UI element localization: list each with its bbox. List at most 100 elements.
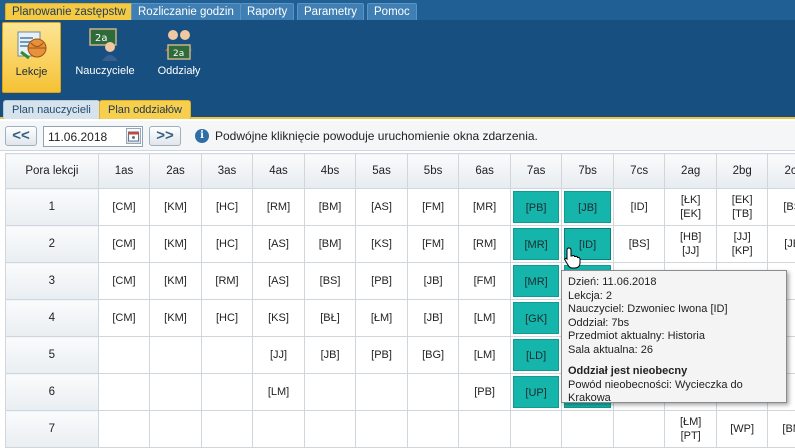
lesson-cell[interactable] bbox=[252, 410, 305, 448]
lesson-cell[interactable]: [CM] bbox=[97, 262, 151, 300]
lesson-cell[interactable]: [BM] bbox=[767, 410, 795, 448]
tab-plan-oddzialow[interactable]: Plan oddziałów bbox=[99, 100, 191, 119]
lesson-teacher-code: [BŁ] bbox=[320, 312, 340, 324]
lesson-cell[interactable]: [HC] bbox=[200, 299, 254, 337]
lesson-cell[interactable]: [RM] bbox=[252, 188, 305, 226]
lesson-teacher-code: [AS] bbox=[371, 201, 392, 213]
lesson-cell[interactable]: [CM] bbox=[97, 225, 151, 263]
lesson-cell[interactable] bbox=[200, 373, 254, 411]
lesson-cell[interactable]: [JJ] bbox=[252, 336, 305, 374]
lesson-cell[interactable]: [PB] bbox=[355, 262, 408, 300]
lesson-cell[interactable]: [WP] bbox=[715, 410, 769, 448]
lesson-cell[interactable]: [RM] bbox=[458, 225, 511, 263]
lesson-cell[interactable]: [KM] bbox=[149, 262, 202, 300]
lesson-cell[interactable]: [AS] bbox=[252, 262, 305, 300]
lesson-teacher-code: [WP] bbox=[730, 423, 755, 435]
lesson-cell[interactable]: [ŁM] [PT] bbox=[664, 410, 717, 448]
lesson-cell[interactable] bbox=[149, 373, 202, 411]
lesson-cell[interactable]: [JB] bbox=[767, 225, 795, 263]
lesson-cell[interactable]: [KM] bbox=[149, 299, 202, 337]
lesson-cell[interactable] bbox=[355, 410, 408, 448]
lesson-cell[interactable]: [BŁ] bbox=[303, 299, 357, 337]
absent-lesson-cell[interactable]: [GK] bbox=[509, 299, 563, 337]
lesson-cell[interactable]: [AS] bbox=[252, 225, 305, 263]
lesson-cell[interactable] bbox=[355, 373, 408, 411]
calendar-icon[interactable] bbox=[126, 128, 141, 144]
lesson-cell[interactable]: [LM] bbox=[458, 336, 511, 374]
lesson-cell[interactable] bbox=[97, 336, 151, 374]
next-day-button[interactable]: >> bbox=[149, 126, 181, 146]
absent-lesson-cell[interactable]: [MR] bbox=[509, 225, 563, 263]
lesson-cell[interactable]: [HC] bbox=[200, 225, 254, 263]
lesson-cell[interactable]: [ID] bbox=[612, 188, 666, 226]
lesson-cell[interactable]: [AS] bbox=[355, 188, 408, 226]
lesson-cell[interactable]: [KM] bbox=[149, 188, 202, 226]
lesson-cell[interactable]: [FM] bbox=[406, 188, 460, 226]
menu-tab-parametry[interactable]: Parametry bbox=[297, 3, 365, 20]
lesson-cell[interactable]: [LM] bbox=[252, 373, 305, 411]
lesson-cell[interactable]: [CM] bbox=[97, 188, 151, 226]
lesson-cell[interactable]: [BG] bbox=[406, 336, 460, 374]
lesson-cell[interactable] bbox=[200, 336, 254, 374]
lesson-cell[interactable]: [MR] bbox=[458, 188, 511, 226]
lesson-cell[interactable]: [HB] [JJ] bbox=[664, 225, 717, 263]
lesson-cell[interactable] bbox=[97, 410, 151, 448]
lesson-cell[interactable]: [KS] bbox=[355, 225, 408, 263]
lesson-cell[interactable]: [BS] bbox=[612, 225, 666, 263]
menu-tab-rozliczanie[interactable]: Rozliczanie godzin bbox=[131, 3, 241, 20]
lesson-cell[interactable] bbox=[561, 410, 614, 448]
prev-day-button[interactable]: << bbox=[5, 126, 37, 146]
lesson-cell[interactable]: [HC] bbox=[200, 188, 254, 226]
ribbon-button-label: Lekcje bbox=[15, 66, 48, 78]
lesson-cell[interactable]: [PB] bbox=[355, 336, 408, 374]
absent-lesson-cell[interactable]: [UP] bbox=[509, 373, 563, 411]
absent-lesson-cell[interactable]: [MR] bbox=[509, 262, 563, 300]
lesson-cell[interactable] bbox=[612, 410, 666, 448]
lesson-cell[interactable] bbox=[509, 410, 563, 448]
lesson-cell[interactable]: [BS] bbox=[303, 262, 357, 300]
lesson-cell[interactable] bbox=[458, 410, 511, 448]
lesson-cell[interactable]: [KM] bbox=[149, 225, 202, 263]
lesson-teacher-code: [HC] bbox=[216, 238, 238, 250]
menu-tab-planowanie[interactable]: Planowanie zastępstw bbox=[5, 3, 133, 20]
lesson-cell[interactable] bbox=[200, 410, 254, 448]
lesson-cell[interactable]: [FM] bbox=[458, 262, 511, 300]
lesson-cell[interactable] bbox=[303, 373, 357, 411]
ribbon-button-label: Nauczyciele bbox=[75, 65, 135, 77]
lesson-cell[interactable] bbox=[303, 410, 357, 448]
lesson-cell[interactable]: [JJ] [KP] bbox=[715, 225, 769, 263]
lesson-cell[interactable] bbox=[149, 336, 202, 374]
absent-lesson-cell[interactable]: [LD] bbox=[509, 336, 563, 374]
menu-tab-pomoc[interactable]: Pomoc bbox=[367, 3, 417, 20]
lesson-cell[interactable]: [LM] bbox=[458, 299, 511, 337]
lesson-cell[interactable]: [ŁK] [EK] bbox=[664, 188, 717, 226]
lesson-cell[interactable]: [FM] bbox=[406, 225, 460, 263]
lesson-cell[interactable] bbox=[406, 373, 460, 411]
tab-plan-nauczycieli[interactable]: Plan nauczycieli bbox=[3, 100, 100, 119]
lesson-cell[interactable] bbox=[149, 410, 202, 448]
lesson-cell[interactable]: [KS] bbox=[252, 299, 305, 337]
ribbon-button-nauczyciele[interactable]: 2a Nauczyciele bbox=[72, 22, 138, 93]
lesson-cell[interactable]: [BM] bbox=[303, 188, 357, 226]
lesson-cell[interactable]: [EK] [TB] bbox=[715, 188, 769, 226]
absent-lesson-cell[interactable]: [JB] bbox=[561, 188, 614, 226]
lesson-cell[interactable] bbox=[406, 410, 460, 448]
ribbon-button-lekcje[interactable]: Lekcje bbox=[2, 22, 61, 93]
lesson-cell[interactable]: [CM] bbox=[97, 299, 151, 337]
lesson-cell[interactable]: [PB] bbox=[458, 373, 511, 411]
menu-tab-raporty[interactable]: Raporty bbox=[240, 3, 295, 20]
lesson-cell[interactable]: [ŁM] bbox=[355, 299, 408, 337]
ribbon-button-oddzialy[interactable]: 2a Oddziały bbox=[150, 22, 208, 93]
absent-lesson-cell[interactable]: [PB] bbox=[509, 188, 563, 226]
lesson-teacher-code: [JB] bbox=[784, 238, 795, 250]
lesson-teacher-code: [KM] bbox=[164, 312, 187, 324]
lesson-teacher-code: [LM] bbox=[473, 349, 496, 361]
lesson-teacher-code: [BM] bbox=[318, 238, 342, 250]
lesson-cell[interactable]: [BM] bbox=[303, 225, 357, 263]
lesson-cell[interactable]: [JB] bbox=[406, 299, 460, 337]
lesson-cell[interactable]: [RM] bbox=[200, 262, 254, 300]
lesson-cell[interactable] bbox=[97, 373, 151, 411]
lesson-cell[interactable]: [BS] bbox=[767, 188, 795, 226]
lesson-cell[interactable]: [JB] bbox=[406, 262, 460, 300]
lesson-cell[interactable]: [JB] bbox=[303, 336, 357, 374]
